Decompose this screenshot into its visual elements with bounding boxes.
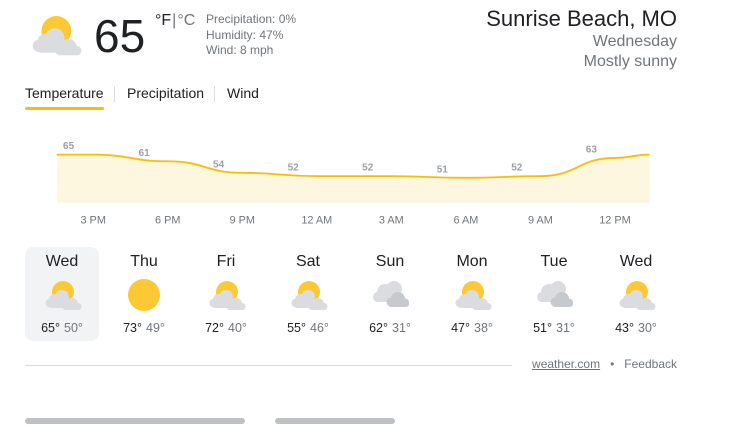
current-temperature: 65: [94, 10, 146, 62]
tab-precipitation[interactable]: Precipitation: [127, 84, 204, 110]
forecast-day[interactable]: Mon 47° 38°: [435, 247, 509, 341]
weather-source-link[interactable]: weather.com: [532, 357, 600, 371]
cut-off-content: [25, 412, 405, 426]
forecast-day-name: Fri: [216, 253, 236, 270]
wind-value: Wind: 8 mph: [206, 43, 274, 57]
forecast-temps: 62° 31°: [353, 321, 427, 335]
cloudy-icon: [370, 278, 410, 312]
chart-value-label: 63: [586, 144, 598, 155]
forecast-temps: 72° 40°: [189, 321, 263, 335]
forecast-low: 50°: [64, 321, 83, 335]
forecast-high: 55°: [287, 321, 306, 335]
weather-details: Precipitation: 0% Humidity: 47% Wind: 8 …: [206, 12, 296, 59]
forecast-temps: 51° 31°: [517, 321, 591, 335]
forecast-day-name: Mon: [456, 253, 488, 270]
forecast-low: 46°: [310, 321, 329, 335]
forecast-low: 30°: [638, 321, 657, 335]
forecast-day[interactable]: Wed 43° 30°: [599, 247, 673, 341]
feedback-link[interactable]: Feedback: [624, 357, 677, 371]
chart-value-label: 52: [511, 163, 523, 174]
unit-toggle: °F|°C: [155, 12, 195, 30]
forecast-temps: 65° 50°: [25, 321, 99, 335]
partly-cloudy-icon: [616, 278, 656, 312]
forecast-day-name: Wed: [45, 253, 79, 270]
forecast-low: 40°: [228, 321, 247, 335]
partly-cloudy-icon: [42, 278, 82, 312]
location-info: Sunrise Beach, MO Wednesday Mostly sunny: [486, 6, 677, 72]
temperature-chart: 65 61 54 52 52 51 52 63 3 PM 6 PM 9 PM 12 AM 3 AM 6 …: [56, 141, 650, 227]
humidity-value: Humidity: 47%: [206, 27, 284, 42]
chart-time-label: 6 PM: [155, 215, 180, 227]
chart-time-label: 12 PM: [599, 215, 630, 227]
chart-value-label: 65: [63, 141, 75, 152]
chart-value-label: 51: [437, 164, 449, 175]
tab-temperature[interactable]: Temperature: [25, 84, 104, 110]
partly-cloudy-icon: [24, 12, 86, 58]
temperature-area: [56, 154, 650, 203]
chart-value-label: 54: [213, 159, 225, 170]
forecast-day[interactable]: Sat 55° 46°: [271, 247, 345, 341]
chart-time-label: 6 AM: [453, 215, 478, 227]
forecast-high: 51°: [533, 321, 552, 335]
tab-divider: [114, 86, 115, 102]
forecast-day[interactable]: Tue 51° 31°: [517, 247, 591, 341]
forecast-temps: 43° 30°: [599, 321, 673, 335]
footer-separator: •: [610, 357, 615, 371]
forecast-temps: 55° 46°: [271, 321, 345, 335]
tab-divider: [214, 86, 215, 102]
chart-time-label: 9 AM: [528, 215, 553, 227]
partly-cloudy-icon: [206, 278, 246, 312]
forecast-day-name: Wed: [619, 253, 653, 270]
cloudy-icon: [534, 278, 574, 312]
current-day: Wednesday: [592, 33, 677, 50]
forecast-low: 49°: [146, 321, 165, 335]
location-name: Sunrise Beach, MO: [486, 6, 677, 31]
unit-separator: |: [172, 12, 177, 29]
fahrenheit-unit[interactable]: °F: [155, 12, 171, 29]
chart-value-label: 61: [139, 148, 151, 159]
forecast-day[interactable]: Wed 65° 50°: [25, 247, 99, 341]
chart-time-label: 9 PM: [230, 215, 255, 227]
source-footer: weather.com • Feedback: [532, 357, 677, 371]
forecast-low: 38°: [474, 321, 493, 335]
forecast-day[interactable]: Fri 72° 40°: [189, 247, 263, 341]
forecast-day-name: Tue: [540, 253, 568, 270]
forecast-high: 43°: [615, 321, 634, 335]
forecast-low: 31°: [392, 321, 411, 335]
chart-time-label: 3 AM: [379, 215, 404, 227]
forecast-day-name: Sun: [375, 253, 405, 270]
forecast-high: 62°: [369, 321, 388, 335]
chart-value-label: 52: [362, 163, 374, 174]
forecast-day[interactable]: Thu 73° 49°: [107, 247, 181, 341]
precipitation-value: Precipitation: 0%: [206, 12, 297, 26]
current-condition: Mostly sunny: [583, 53, 677, 70]
divider: [25, 365, 512, 366]
forecast-high: 72°: [205, 321, 224, 335]
forecast-temps: 47° 38°: [435, 321, 509, 335]
celsius-unit[interactable]: °C: [177, 12, 195, 29]
chart-time-label: 3 PM: [80, 215, 105, 227]
forecast-day-name: Thu: [130, 253, 158, 270]
tab-wind[interactable]: Wind: [227, 84, 259, 110]
chart-value-label: 52: [288, 163, 300, 174]
forecast-temps: 73° 49°: [107, 321, 181, 335]
forecast-day-name: Sat: [295, 253, 320, 270]
forecast-high: 65°: [41, 321, 60, 335]
sunny-icon: [124, 278, 164, 312]
forecast-low: 31°: [556, 321, 575, 335]
partly-cloudy-icon: [452, 278, 492, 312]
forecast-day[interactable]: Sun 62° 31°: [353, 247, 427, 341]
chart-time-label: 12 AM: [301, 215, 332, 227]
forecast-high: 47°: [451, 321, 470, 335]
partly-cloudy-icon: [288, 278, 328, 312]
forecast-high: 73°: [123, 321, 142, 335]
